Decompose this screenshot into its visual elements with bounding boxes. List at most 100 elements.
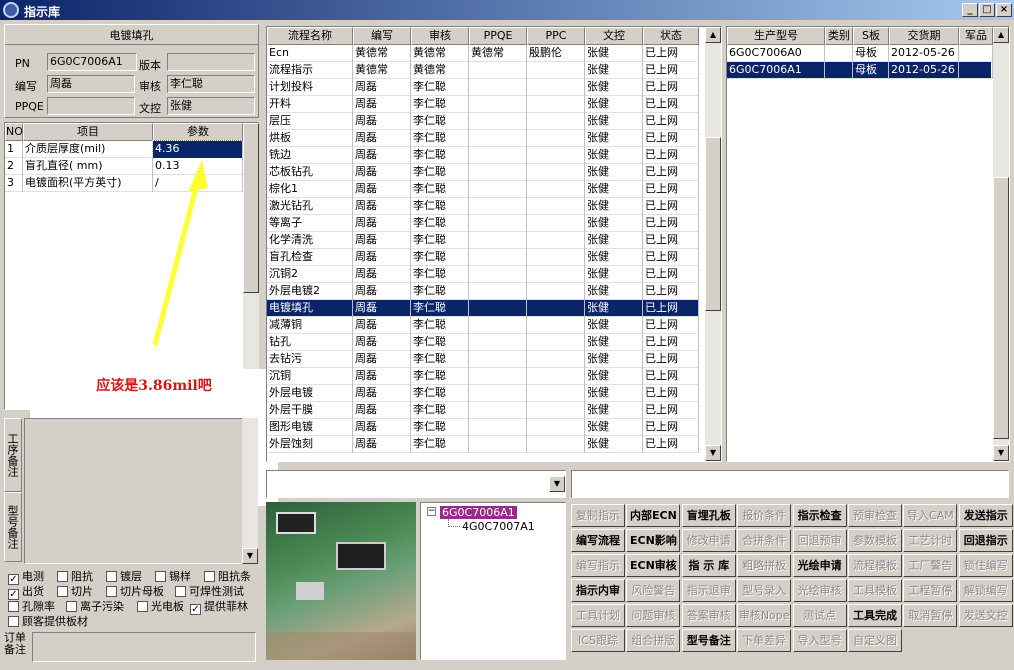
checkbox-5[interactable]: ✓ 出货 <box>8 585 44 600</box>
action-button[interactable]: 工具模板 <box>848 579 902 602</box>
action-button[interactable]: 回退预审 <box>792 529 847 552</box>
table-row[interactable]: 化学清洗 周磊 李仁聪 张健 已上网 <box>267 232 699 249</box>
checkbox-box[interactable] <box>106 586 117 597</box>
tree-child[interactable]: 4G0C7007A1 <box>462 520 535 533</box>
table-row[interactable]: 盲孔检查 周磊 李仁聪 张健 已上网 <box>267 249 699 266</box>
action-button[interactable]: 取消暂停 <box>903 604 958 627</box>
table-row[interactable]: Ecn 黄德常 黄德常 黄德常 殷鹏伦 张健 已上网 <box>267 45 699 62</box>
writer-field[interactable]: 周磊 <box>47 75 135 93</box>
remark-textarea[interactable] <box>24 418 246 564</box>
table-row[interactable]: 开料 周磊 李仁聪 张健 已上网 <box>267 96 699 113</box>
table-row[interactable]: 棕化1 周磊 李仁聪 张健 已上网 <box>267 181 699 198</box>
action-button[interactable]: 解锁编写 <box>958 579 1013 602</box>
col-due-date[interactable]: 交货期 <box>889 27 959 45</box>
doc-field[interactable]: 张健 <box>167 97 255 115</box>
product-scrollbar[interactable]: ▲ ▼ <box>993 27 1009 461</box>
col-status[interactable]: 状态 <box>643 27 699 45</box>
action-button[interactable]: 报价条件 <box>737 504 792 527</box>
checkbox-12[interactable]: ✓ 提供菲林 <box>190 600 248 615</box>
checkbox-1[interactable]: 阻抗 <box>57 570 93 584</box>
checkbox-11[interactable]: 光电板 <box>137 600 184 614</box>
action-button[interactable]: 工具计划 <box>571 604 625 627</box>
action-button[interactable]: 工厂警告 <box>903 554 958 577</box>
table-row[interactable]: 电镀填孔 周磊 李仁聪 张健 已上网 <box>267 300 699 317</box>
table-row[interactable]: 去钻污 周磊 李仁聪 张健 已上网 <box>267 351 699 368</box>
checkbox-9[interactable]: 孔隙率 <box>8 600 55 614</box>
checkbox-13[interactable]: 顾客提供板材 <box>8 615 88 629</box>
action-button[interactable]: 回退指示 <box>958 529 1013 552</box>
process-scrollbar[interactable]: ▲ ▼ <box>705 27 721 461</box>
action-button[interactable]: 发送文控 <box>958 604 1013 627</box>
maximize-button[interactable]: □ <box>979 3 995 17</box>
remark-scrollbar[interactable]: ▼ <box>242 418 258 564</box>
col-ppc[interactable]: PPC <box>527 27 585 45</box>
action-button[interactable]: 流程模板 <box>848 554 902 577</box>
checkbox-box[interactable] <box>57 571 68 582</box>
table-row[interactable]: 外层电镀 周磊 李仁聪 张健 已上网 <box>267 385 699 402</box>
table-row[interactable]: 激光钻孔 周磊 李仁聪 张健 已上网 <box>267 198 699 215</box>
table-row[interactable]: 钻孔 周磊 李仁聪 张健 已上网 <box>267 334 699 351</box>
checkbox-4[interactable]: 阻抗条 <box>204 570 251 584</box>
checkbox-2[interactable]: 镀层 <box>106 570 142 584</box>
table-row[interactable]: 减薄铜 周磊 李仁聪 张健 已上网 <box>267 317 699 334</box>
ppqe-field[interactable] <box>47 97 135 115</box>
action-button[interactable]: 测试点 <box>792 604 847 627</box>
pn-field[interactable]: 6G0C7006A1 <box>47 53 137 71</box>
table-row[interactable]: 铣边 周磊 李仁聪 张健 已上网 <box>267 147 699 164</box>
table-row[interactable]: 沉铜2 周磊 李仁聪 张健 已上网 <box>267 266 699 283</box>
checkbox-7[interactable]: 切片母板 <box>106 585 164 599</box>
action-button[interactable]: 锁住编写 <box>958 554 1013 577</box>
col-doc[interactable]: 文控 <box>585 27 643 45</box>
table-row[interactable]: 外层电镀2 周磊 李仁聪 张健 已上网 <box>267 283 699 300</box>
checkbox-0[interactable]: ✓ 电测 <box>8 570 44 585</box>
action-button[interactable]: 合拼条件 <box>737 529 792 552</box>
action-button[interactable]: 型号备注 <box>681 629 736 652</box>
action-button[interactable]: 指示退审 <box>681 579 736 602</box>
table-row[interactable]: 芯板钻孔 周磊 李仁聪 张健 已上网 <box>267 164 699 181</box>
param-scrollbar[interactable] <box>243 123 259 409</box>
col-process-name[interactable]: 流程名称 <box>267 27 353 45</box>
minimize-button[interactable]: _ <box>962 3 978 17</box>
tab-process-remark[interactable]: 工序备注 <box>4 418 22 492</box>
order-note-field[interactable] <box>32 632 256 662</box>
action-button[interactable]: 修改申请 <box>681 529 736 552</box>
action-button[interactable]: 粗略拼板 <box>737 554 792 577</box>
col-writer[interactable]: 编写 <box>353 27 411 45</box>
action-button[interactable]: 答案审核 <box>681 604 736 627</box>
checkbox-10[interactable]: 离子污染 <box>66 600 124 614</box>
col-s-board[interactable]: S板 <box>853 27 889 45</box>
action-button[interactable]: 指示检查 <box>792 504 847 527</box>
col-reviewer[interactable]: 审核 <box>411 27 469 45</box>
checkbox-box[interactable] <box>155 571 166 582</box>
action-button[interactable]: 编写指示 <box>571 554 625 577</box>
filter-combobox[interactable]: ▼ <box>266 470 566 498</box>
checkbox-box[interactable] <box>175 586 186 597</box>
action-button[interactable]: 组合拼版 <box>626 629 681 652</box>
table-row[interactable]: 外层干膜 周磊 李仁聪 张健 已上网 <box>267 402 699 419</box>
action-button[interactable]: 编写流程 <box>571 529 625 552</box>
checkbox-box[interactable] <box>137 601 148 612</box>
action-button[interactable]: 盲埋孔板 <box>681 504 736 527</box>
action-button[interactable]: 审核Nope <box>737 604 792 627</box>
action-button[interactable]: 工艺计时 <box>903 529 958 552</box>
checkbox-box[interactable] <box>106 571 117 582</box>
table-row[interactable]: 图形电镀 周磊 李仁聪 张健 已上网 <box>267 419 699 436</box>
checkbox-box[interactable] <box>8 616 19 627</box>
col-model[interactable]: 生产型号 <box>727 27 825 45</box>
table-row[interactable]: 层压 周磊 李仁聪 张健 已上网 <box>267 113 699 130</box>
checkbox-box[interactable]: ✓ <box>8 574 19 585</box>
table-row[interactable]: 烘板 周磊 李仁聪 张健 已上网 <box>267 130 699 147</box>
action-button[interactable]: ICS跟踪 <box>571 629 625 652</box>
table-row[interactable]: 6G0C7006A1 母板 2012-05-26 <box>727 62 993 79</box>
action-button[interactable]: 光绘审核 <box>792 579 847 602</box>
col-military[interactable]: 军品 <box>959 27 993 45</box>
action-button[interactable]: 光绘申请 <box>792 554 847 577</box>
action-button[interactable]: 指 示 库 <box>681 554 736 577</box>
action-button[interactable]: 发送指示 <box>958 504 1013 527</box>
command-input[interactable] <box>571 470 1009 498</box>
checkbox-6[interactable]: 切片 <box>57 585 93 599</box>
action-button[interactable]: ECN影响 <box>626 529 681 552</box>
checkbox-box[interactable] <box>204 571 215 582</box>
action-button[interactable]: 导入CAM <box>903 504 958 527</box>
table-row[interactable]: 流程指示 黄德常 黄德常 张健 已上网 <box>267 62 699 79</box>
